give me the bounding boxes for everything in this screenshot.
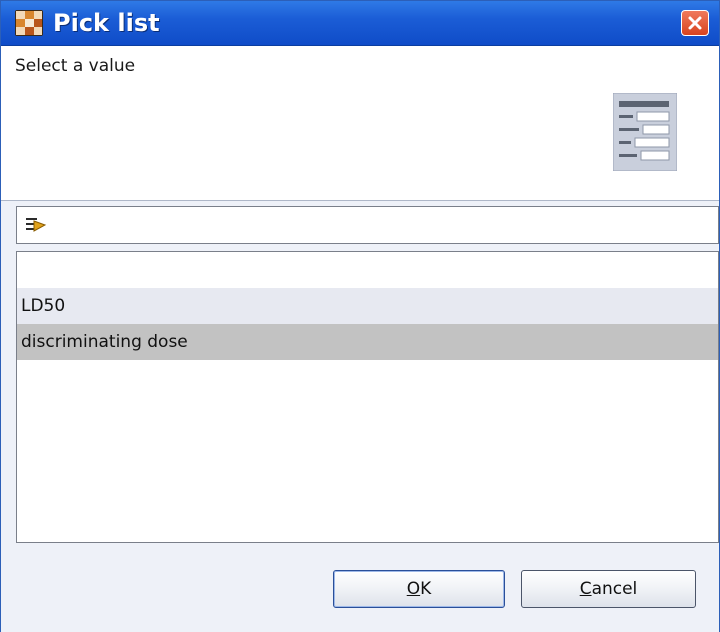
header-message: Select a value (15, 56, 136, 76)
list-item-ld50[interactable]: LD50 (17, 288, 718, 324)
cancel-mnemonic: C (579, 579, 592, 599)
list-item-blank[interactable] (17, 252, 718, 288)
ok-label-rest: K (420, 579, 432, 599)
title-bar[interactable]: Pick list (1, 1, 719, 46)
cancel-label-rest: ancel (591, 579, 638, 599)
pick-list-dialog: Pick list Select a value LD50 discrimina… (0, 0, 720, 632)
ok-button[interactable]: OK (333, 570, 505, 608)
app-icon (15, 10, 43, 36)
filter-icon[interactable] (25, 215, 47, 235)
dialog-header: Select a value (1, 46, 719, 201)
cancel-button[interactable]: Cancel (521, 570, 696, 608)
window-title: Pick list (53, 9, 160, 37)
close-icon (688, 16, 702, 30)
filter-field[interactable] (16, 206, 719, 244)
close-button[interactable] (681, 10, 709, 36)
button-bar: OK Cancel (1, 547, 719, 632)
filter-input[interactable] (53, 213, 717, 239)
form-document-icon (612, 92, 678, 172)
list-item-discriminating-dose[interactable]: discriminating dose (17, 324, 718, 360)
ok-mnemonic: O (406, 579, 421, 599)
value-list[interactable]: LD50 discriminating dose (16, 251, 719, 543)
